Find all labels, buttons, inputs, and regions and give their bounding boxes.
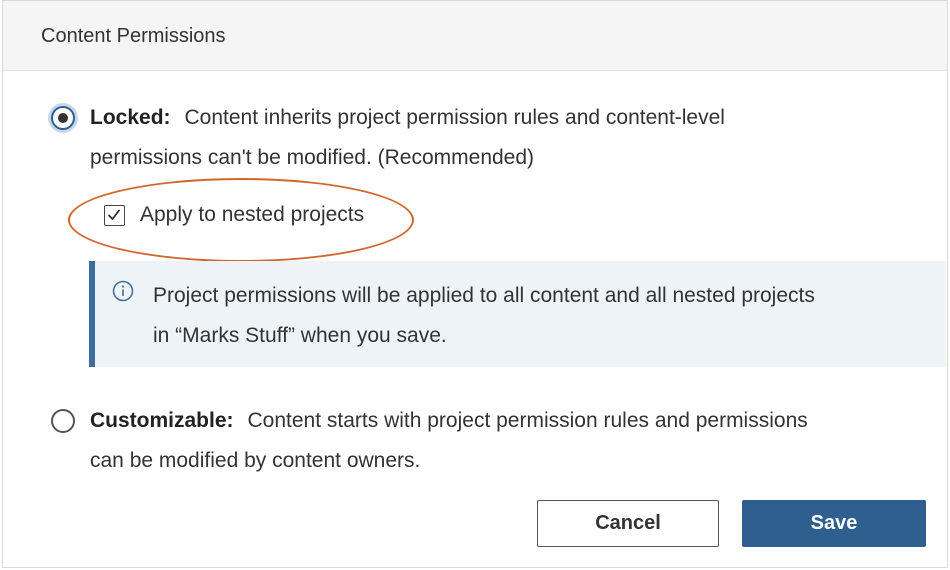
locked-option-line1: Locked: Content inherits project permissi… xyxy=(90,98,725,138)
customizable-description-line1: Content starts with project permission r… xyxy=(247,409,808,432)
customizable-option-line1: Customizable: Content starts with project… xyxy=(90,401,808,441)
customizable-description-line2: can be modified by content owners. xyxy=(90,449,421,472)
dialog-title: Content Permissions xyxy=(41,25,226,47)
locked-description-line2: permissions can't be modified. (Recommen… xyxy=(90,146,535,169)
locked-description-line1: Content inherits project permission rule… xyxy=(184,106,725,129)
apply-nested-label[interactable]: Apply to nested projects xyxy=(140,203,364,227)
dialog-header: Content Permissions xyxy=(3,1,947,71)
save-button[interactable]: Save xyxy=(742,500,926,547)
locked-label: Locked: xyxy=(90,106,171,129)
info-message: Project permissions will be applied to a… xyxy=(153,276,913,356)
info-message-line1: Project permissions will be applied to a… xyxy=(153,284,815,307)
info-message-line2: in “Marks Stuff” when you save. xyxy=(153,324,447,347)
checkmark-icon xyxy=(108,209,120,220)
cancel-button[interactable]: Cancel xyxy=(537,500,719,547)
customizable-label: Customizable: xyxy=(90,409,234,432)
info-icon xyxy=(112,280,134,302)
apply-nested-checkbox[interactable] xyxy=(104,205,125,226)
locked-radio[interactable] xyxy=(51,106,75,130)
customizable-radio[interactable] xyxy=(51,409,75,433)
